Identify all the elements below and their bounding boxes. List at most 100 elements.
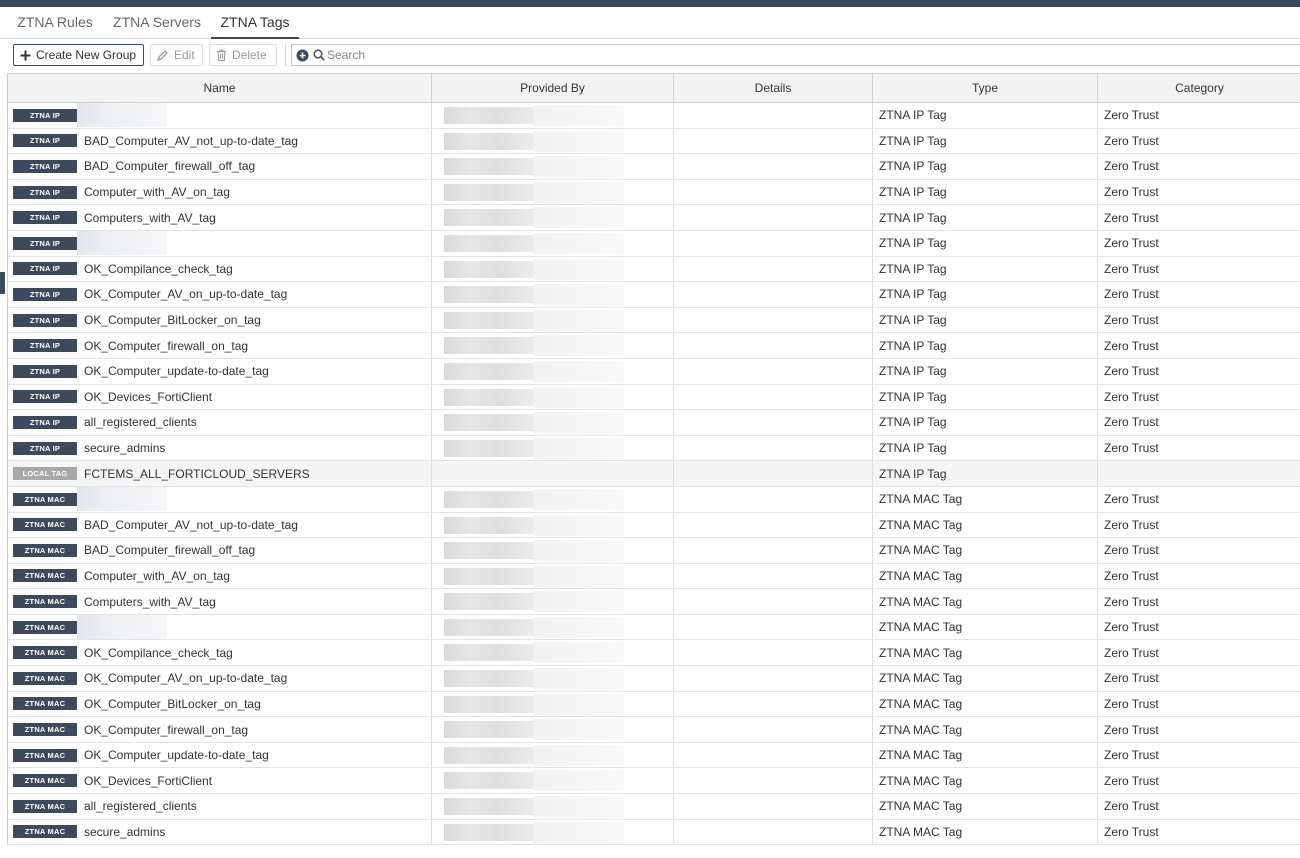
cell-provided-by [432, 691, 674, 717]
table-row[interactable]: ZTNA MAC OK_Computer_AV_on_up-to-date_tag… [8, 666, 1300, 692]
tag-name: Computers_with_AV_tag [84, 210, 216, 225]
redacted-provider [444, 721, 534, 739]
tag-type-badge: ZTNA MAC [13, 748, 77, 762]
cell-type: ZTNA MAC Tag [873, 512, 1098, 538]
table-row[interactable]: ZTNA MAC all_registered_clients ZTNA MAC T… [8, 794, 1300, 820]
cell-category: Zero Trust [1104, 492, 1159, 507]
table-row[interactable]: ZTNA MAC OK_Devices_FortiClient ZTNA MAC T… [8, 768, 1300, 795]
tag-name: Computers_with_AV_tag [84, 594, 216, 609]
table-row[interactable]: ZTNA IP OK_Computer_firewall_on_tag ZTNA I… [8, 333, 1300, 359]
table-row[interactable]: ZTNA IP Computers_with_AV_tag ZTNA IP Tag Z… [8, 205, 1300, 231]
redacted-provider-fade [534, 616, 624, 638]
tag-type-badge: ZTNA IP [13, 415, 77, 429]
redacted-provider [444, 772, 534, 790]
redacted-provider [444, 362, 534, 380]
sidebar-toggle-handle[interactable] [0, 272, 5, 294]
cell-name: ZTNA MAC [8, 614, 432, 640]
cell-category: Zero Trust [1104, 748, 1159, 763]
redacted-provider [444, 311, 534, 329]
create-new-group-button[interactable]: Create New Group [13, 44, 144, 66]
cell-details [674, 256, 873, 282]
column-header-provided-by[interactable]: Provided By [432, 74, 674, 102]
tab-ztna-servers[interactable]: ZTNA Servers [108, 7, 206, 38]
table-row[interactable]: ZTNA IP ZTNA IP Tag Zero Trust [8, 103, 1300, 129]
tag-name: BAD_Computer_AV_not_up-to-date_tag [84, 517, 298, 532]
create-new-group-label: Create New Group [36, 48, 137, 62]
cell-provided-by [432, 589, 674, 614]
cell-name: ZTNA MAC Computer_with_AV_on_tag [8, 563, 432, 589]
cell-type: ZTNA MAC Tag [873, 538, 1098, 563]
tag-type-badge: ZTNA IP [13, 313, 77, 327]
column-header-type[interactable]: Type [873, 74, 1098, 102]
table-row[interactable]: LOCAL TAG FCTEMS_ALL_FORTICLOUD_SERVERS ZT… [8, 461, 1300, 487]
add-filter-icon[interactable] [296, 49, 309, 62]
redacted-provider [444, 516, 534, 534]
redacted-provider-fade [534, 565, 624, 587]
table-row[interactable]: ZTNA MAC BAD_Computer_AV_not_up-to-date_t… [8, 512, 1300, 539]
table-row[interactable]: ZTNA IP OK_Computer_update-to-date_tag ZTN… [8, 358, 1300, 385]
cell-type: ZTNA IP Tag [873, 179, 1098, 205]
search-icon [313, 49, 325, 61]
table-row[interactable]: ZTNA MAC ZTNA MAC Tag Zero Trust [8, 486, 1300, 513]
cell-provided-by [432, 103, 674, 128]
redacted-provider-fade [534, 744, 624, 766]
delete-button[interactable]: Delete [209, 44, 277, 66]
table-row[interactable]: ZTNA MAC Computers_with_AV_tag ZTNA MAC Ta… [8, 589, 1300, 615]
table-row[interactable]: ZTNA MAC OK_Computer_update-to-date_tag ZT… [8, 742, 1300, 769]
edit-button[interactable]: Edit [150, 44, 203, 66]
cell-type: ZTNA IP Tag [873, 230, 1098, 256]
tab-ztna-tags[interactable]: ZTNA Tags [211, 7, 299, 39]
column-header-details[interactable]: Details [674, 74, 873, 102]
column-header-category[interactable]: Category [1098, 74, 1300, 102]
cell-category: Zero Trust [1104, 773, 1159, 788]
cell-category: Zero Trust [1104, 415, 1159, 430]
cell-details [674, 691, 873, 717]
redacted-provider-fade [534, 770, 624, 792]
cell-name: ZTNA MAC BAD_Computer_firewall_off_tag [8, 538, 432, 563]
redacted-provider [444, 542, 534, 560]
table-row[interactable]: ZTNA MAC secure_admins ZTNA MAC Tag Zero Tr… [8, 819, 1300, 846]
table-row[interactable]: ZTNA IP BAD_Computer_AV_not_up-to-date_ta… [8, 128, 1300, 155]
table-row[interactable]: ZTNA IP OK_Computer_BitLocker_on_tag ZTNA … [8, 307, 1300, 334]
cell-name: ZTNA MAC Computers_with_AV_tag [8, 589, 432, 614]
tag-type-badge: ZTNA MAC [13, 697, 77, 711]
table-row[interactable]: ZTNA IP Computer_with_AV_on_tag ZTNA IP Ta… [8, 179, 1300, 206]
table-row[interactable]: ZTNA IP OK_Computer_AV_on_up-to-date_tag Z… [8, 282, 1300, 308]
redacted-provider [444, 337, 534, 355]
table-row[interactable]: ZTNA IP ZTNA IP Tag Zero Trust [8, 230, 1300, 257]
column-header-name[interactable]: Name [8, 74, 432, 102]
redacted-provider [444, 823, 534, 841]
cell-provided-by [432, 717, 674, 742]
redacted-name [77, 103, 167, 128]
tag-name: OK_Computer_BitLocker_on_tag [84, 313, 261, 328]
cell-provided-by [432, 512, 674, 538]
cell-provided-by [432, 435, 674, 461]
redacted-provider [444, 439, 534, 457]
cell-category: Zero Trust [1104, 696, 1159, 711]
search-input[interactable] [325, 46, 1300, 64]
table-row[interactable]: ZTNA IP all_registered_clients ZTNA IP Tag… [8, 410, 1300, 436]
cell-type: ZTNA IP Tag [873, 461, 1098, 486]
cell-provided-by [432, 819, 674, 845]
table-row[interactable]: ZTNA IP BAD_Computer_firewall_off_tag ZTNA… [8, 154, 1300, 180]
table-row[interactable]: ZTNA IP OK_Devices_FortiClient ZTNA IP Tag… [8, 384, 1300, 411]
tab-ztna-rules[interactable]: ZTNA Rules [14, 7, 96, 38]
tag-name: BAD_Computer_firewall_off_tag [84, 543, 256, 558]
table-row[interactable]: ZTNA MAC Computer_with_AV_on_tag ZTNA MAC … [8, 563, 1300, 590]
table-row[interactable]: ZTNA MAC BAD_Computer_firewall_off_tag ZTN… [8, 538, 1300, 564]
cell-provided-by [432, 230, 674, 256]
table-row[interactable]: ZTNA MAC OK_Computer_BitLocker_on_tag ZTNA… [8, 691, 1300, 718]
table-row[interactable]: ZTNA MAC ZTNA MAC Tag Zero Trust [8, 614, 1300, 641]
cell-category [1098, 461, 1300, 486]
table-row[interactable]: ZTNA MAC OK_Computer_firewall_on_tag ZTNA … [8, 717, 1300, 743]
tag-name: Computer_with_AV_on_tag [84, 185, 230, 200]
table-row[interactable]: ZTNA IP OK_Compilance_check_tag ZTNA IP Ta… [8, 256, 1300, 283]
cell-details [674, 333, 873, 358]
redacted-provider [444, 286, 534, 304]
cell-name: ZTNA IP OK_Computer_BitLocker_on_tag [8, 307, 432, 333]
table-row[interactable]: ZTNA IP secure_admins ZTNA IP Tag Zero Trus… [8, 435, 1300, 462]
redacted-provider [444, 593, 534, 611]
cell-type: ZTNA MAC Tag [873, 486, 1098, 512]
redacted-provider [444, 260, 534, 278]
table-row[interactable]: ZTNA MAC OK_Compilance_check_tag ZTNA MAC … [8, 640, 1300, 667]
